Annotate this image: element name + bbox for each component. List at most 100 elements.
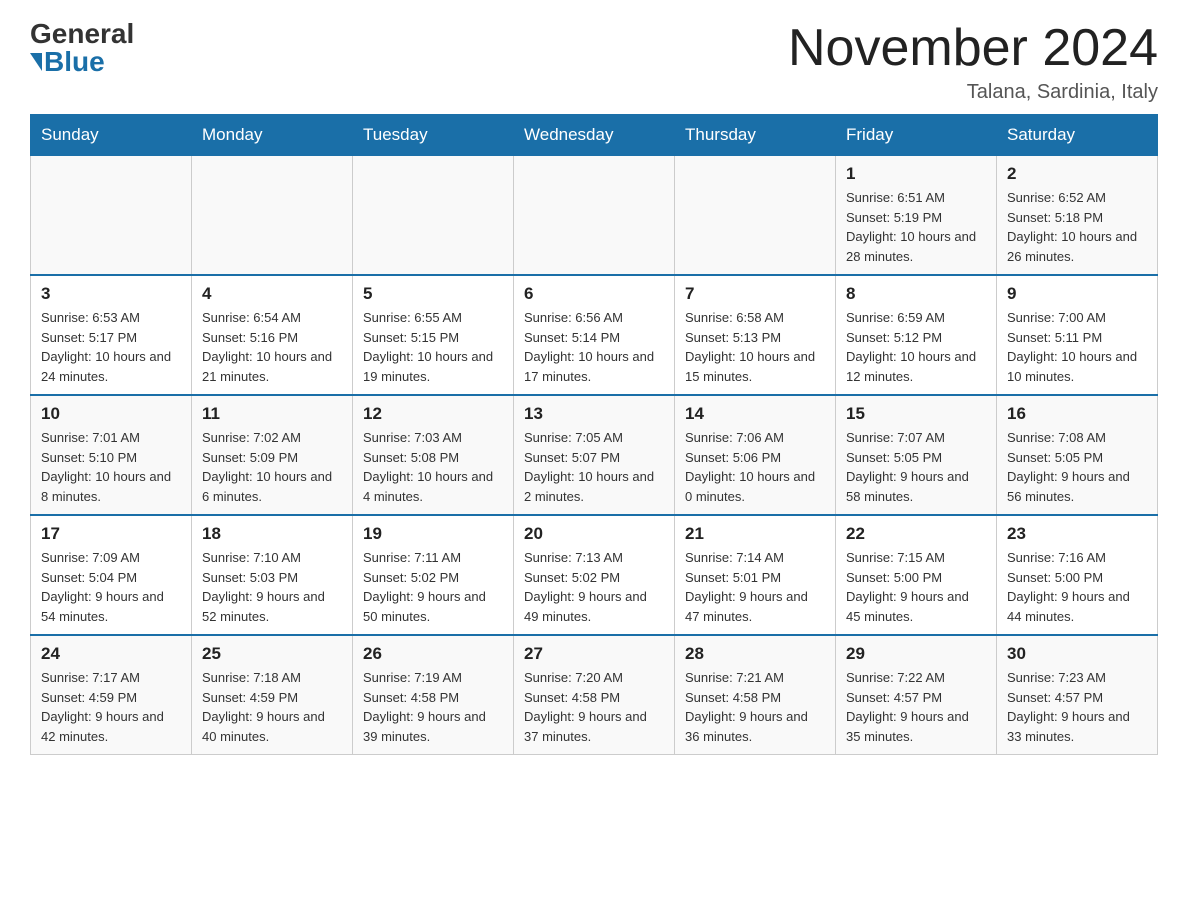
calendar-cell: 22 Sunrise: 7:15 AMSunset: 5:00 PMDayligh… (836, 515, 997, 635)
calendar-cell (192, 156, 353, 276)
day-info: Sunrise: 7:17 AMSunset: 4:59 PMDaylight:… (41, 668, 181, 746)
calendar-cell: 18 Sunrise: 7:10 AMSunset: 5:03 PMDayligh… (192, 515, 353, 635)
day-number: 25 (202, 644, 342, 664)
day-info: Sunrise: 7:06 AMSunset: 5:06 PMDaylight:… (685, 428, 825, 506)
day-number: 26 (363, 644, 503, 664)
day-number: 30 (1007, 644, 1147, 664)
calendar-cell: 26 Sunrise: 7:19 AMSunset: 4:58 PMDayligh… (353, 635, 514, 755)
calendar-cell: 20 Sunrise: 7:13 AMSunset: 5:02 PMDayligh… (514, 515, 675, 635)
calendar-cell: 2 Sunrise: 6:52 AMSunset: 5:18 PMDaylight… (997, 156, 1158, 276)
calendar-cell: 13 Sunrise: 7:05 AMSunset: 5:07 PMDayligh… (514, 395, 675, 515)
calendar-cell: 27Sunrise: 7:20 AMSunset: 4:58 PMDayligh… (514, 635, 675, 755)
calendar-week-row: 17 Sunrise: 7:09 AMSunset: 5:04 PMDayligh… (31, 515, 1158, 635)
logo-triangle-icon (30, 53, 42, 71)
logo-blue-text: Blue (30, 48, 105, 76)
calendar-cell: 24 Sunrise: 7:17 AMSunset: 4:59 PMDayligh… (31, 635, 192, 755)
day-number: 14 (685, 404, 825, 424)
calendar-cell (353, 156, 514, 276)
calendar-cell: 12 Sunrise: 7:03 AMSunset: 5:08 PMDayligh… (353, 395, 514, 515)
day-number: 23 (1007, 524, 1147, 544)
logo: General Blue (30, 20, 134, 76)
calendar-cell: 8 Sunrise: 6:59 AMSunset: 5:12 PMDaylight… (836, 275, 997, 395)
day-number: 10 (41, 404, 181, 424)
day-info: Sunrise: 7:10 AMSunset: 5:03 PMDaylight:… (202, 548, 342, 626)
calendar-cell: 25 Sunrise: 7:18 AMSunset: 4:59 PMDayligh… (192, 635, 353, 755)
month-title: November 2024 (788, 20, 1158, 77)
day-info: Sunrise: 7:00 AMSunset: 5:11 PMDaylight:… (1007, 308, 1147, 386)
day-info: Sunrise: 7:22 AMSunset: 4:57 PMDaylight:… (846, 668, 986, 746)
calendar-cell: 9 Sunrise: 7:00 AMSunset: 5:11 PMDaylight… (997, 275, 1158, 395)
calendar-cell: 3 Sunrise: 6:53 AMSunset: 5:17 PMDaylight… (31, 275, 192, 395)
weekday-header-thursday: Thursday (675, 115, 836, 156)
day-number: 17 (41, 524, 181, 544)
day-info: Sunrise: 7:01 AMSunset: 5:10 PMDaylight:… (41, 428, 181, 506)
day-info: Sunrise: 7:23 AMSunset: 4:57 PMDaylight:… (1007, 668, 1147, 746)
day-info: Sunrise: 7:09 AMSunset: 5:04 PMDaylight:… (41, 548, 181, 626)
day-number: 15 (846, 404, 986, 424)
day-info: Sunrise: 7:07 AMSunset: 5:05 PMDaylight:… (846, 428, 986, 506)
day-info: Sunrise: 7:05 AMSunset: 5:07 PMDaylight:… (524, 428, 664, 506)
calendar-cell: 7 Sunrise: 6:58 AMSunset: 5:13 PMDaylight… (675, 275, 836, 395)
calendar-cell: 1 Sunrise: 6:51 AMSunset: 5:19 PMDaylight… (836, 156, 997, 276)
day-info: Sunrise: 6:53 AMSunset: 5:17 PMDaylight:… (41, 308, 181, 386)
day-info: Sunrise: 7:16 AMSunset: 5:00 PMDaylight:… (1007, 548, 1147, 626)
day-number: 9 (1007, 284, 1147, 304)
day-number: 13 (524, 404, 664, 424)
day-info: Sunrise: 7:13 AMSunset: 5:02 PMDaylight:… (524, 548, 664, 626)
day-number: 20 (524, 524, 664, 544)
day-number: 2 (1007, 164, 1147, 184)
day-number: 21 (685, 524, 825, 544)
day-number: 29 (846, 644, 986, 664)
weekday-header-saturday: Saturday (997, 115, 1158, 156)
calendar-cell: 28Sunrise: 7:21 AMSunset: 4:58 PMDayligh… (675, 635, 836, 755)
day-info: Sunrise: 7:18 AMSunset: 4:59 PMDaylight:… (202, 668, 342, 746)
day-number: 8 (846, 284, 986, 304)
calendar-cell (675, 156, 836, 276)
calendar-week-row: 10 Sunrise: 7:01 AMSunset: 5:10 PMDayligh… (31, 395, 1158, 515)
day-info: Sunrise: 7:20 AMSunset: 4:58 PMDaylight:… (524, 668, 664, 746)
calendar-cell: 6 Sunrise: 6:56 AMSunset: 5:14 PMDaylight… (514, 275, 675, 395)
day-info: Sunrise: 7:08 AMSunset: 5:05 PMDaylight:… (1007, 428, 1147, 506)
calendar-cell: 14 Sunrise: 7:06 AMSunset: 5:06 PMDayligh… (675, 395, 836, 515)
day-info: Sunrise: 7:15 AMSunset: 5:00 PMDaylight:… (846, 548, 986, 626)
calendar-cell (31, 156, 192, 276)
calendar-cell: 10 Sunrise: 7:01 AMSunset: 5:10 PMDayligh… (31, 395, 192, 515)
day-number: 18 (202, 524, 342, 544)
day-info: Sunrise: 6:52 AMSunset: 5:18 PMDaylight:… (1007, 188, 1147, 266)
day-number: 24 (41, 644, 181, 664)
calendar-cell: 16 Sunrise: 7:08 AMSunset: 5:05 PMDayligh… (997, 395, 1158, 515)
calendar-cell: 23 Sunrise: 7:16 AMSunset: 5:00 PMDayligh… (997, 515, 1158, 635)
calendar-cell: 29 Sunrise: 7:22 AMSunset: 4:57 PMDayligh… (836, 635, 997, 755)
day-info: Sunrise: 6:56 AMSunset: 5:14 PMDaylight:… (524, 308, 664, 386)
calendar-cell (514, 156, 675, 276)
day-info: Sunrise: 6:59 AMSunset: 5:12 PMDaylight:… (846, 308, 986, 386)
day-number: 6 (524, 284, 664, 304)
calendar-cell: 30 Sunrise: 7:23 AMSunset: 4:57 PMDayligh… (997, 635, 1158, 755)
day-number: 16 (1007, 404, 1147, 424)
day-number: 28 (685, 644, 825, 664)
day-info: Sunrise: 7:11 AMSunset: 5:02 PMDaylight:… (363, 548, 503, 626)
day-number: 3 (41, 284, 181, 304)
weekday-header-sunday: Sunday (31, 115, 192, 156)
day-number: 1 (846, 164, 986, 184)
day-number: 22 (846, 524, 986, 544)
day-number: 11 (202, 404, 342, 424)
day-number: 7 (685, 284, 825, 304)
day-number: 12 (363, 404, 503, 424)
day-number: 19 (363, 524, 503, 544)
location-title: Talana, Sardinia, Italy (788, 81, 1158, 104)
calendar-table: SundayMondayTuesdayWednesdayThursdayFrid… (30, 114, 1158, 755)
calendar-cell: 11Sunrise: 7:02 AMSunset: 5:09 PMDayligh… (192, 395, 353, 515)
page-header: General Blue November 2024 Talana, Sardi… (30, 20, 1158, 104)
title-block: November 2024 Talana, Sardinia, Italy (788, 20, 1158, 104)
calendar-week-row: 24 Sunrise: 7:17 AMSunset: 4:59 PMDayligh… (31, 635, 1158, 755)
day-info: Sunrise: 6:51 AMSunset: 5:19 PMDaylight:… (846, 188, 986, 266)
weekday-header-wednesday: Wednesday (514, 115, 675, 156)
calendar-cell: 19 Sunrise: 7:11 AMSunset: 5:02 PMDayligh… (353, 515, 514, 635)
day-info: Sunrise: 7:19 AMSunset: 4:58 PMDaylight:… (363, 668, 503, 746)
day-info: Sunrise: 6:58 AMSunset: 5:13 PMDaylight:… (685, 308, 825, 386)
day-number: 4 (202, 284, 342, 304)
day-info: Sunrise: 7:03 AMSunset: 5:08 PMDaylight:… (363, 428, 503, 506)
day-info: Sunrise: 6:54 AMSunset: 5:16 PMDaylight:… (202, 308, 342, 386)
logo-general-text: General (30, 20, 134, 48)
